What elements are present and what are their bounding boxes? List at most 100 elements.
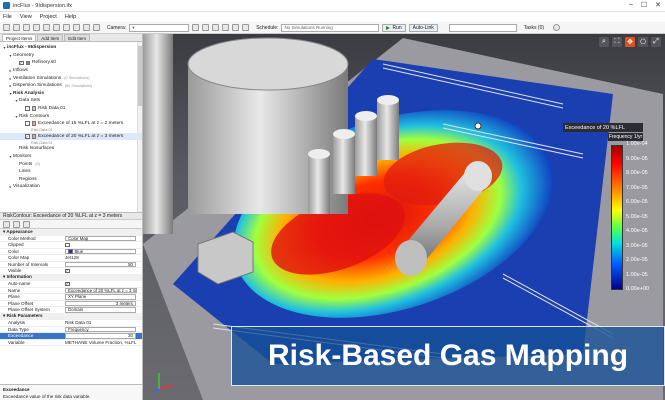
visibility-checkbox[interactable] [25,106,30,111]
property-value[interactable]: ✓ [62,268,142,273]
tasks-label[interactable]: Tasks (0) [524,25,544,31]
property-value[interactable]: ✓ [62,281,142,286]
property-value[interactable]: Jet128 [62,255,142,260]
property-value[interactable]: 20 [62,333,142,339]
visibility-checkbox[interactable] [25,121,30,126]
paste-icon[interactable] [73,24,80,31]
camera-select[interactable]: ▾ [129,23,190,32]
fullscreen-icon[interactable]: ⤢ [651,37,661,47]
copy-icon[interactable] [63,24,70,31]
property-grid: ▾ Appearance Color Method Color Map Clipped… [0,229,142,384]
pan-icon[interactable]: ✥ [625,37,635,47]
settings-icon[interactable] [93,24,100,31]
visibility-checkbox[interactable]: ✓ [19,60,24,65]
property-value[interactable]: Exceedance of 20 %LFL at z = 3 m [62,287,142,293]
property-checkbox[interactable]: ✓ [65,268,70,273]
property-name: Visible [0,268,62,273]
property-row[interactable]: Variable METHANE Volume Fraction, %LFL [0,340,142,346]
tree-item[interactable]: ▾ Risk Contours [0,112,142,120]
tree-item[interactable]: ▾ Risk Analysis [0,90,142,98]
property-category[interactable]: ▾ Information [0,274,142,281]
camera-ortho-icon[interactable] [232,24,240,31]
property-value[interactable]: Color Map [62,235,142,241]
tree-item[interactable]: ▸ Ventilation Simulations (0 Simulations) [0,74,142,82]
property-value-text: Domain [68,307,84,313]
property-category[interactable]: ▾ Risk Parameters [0,313,142,320]
menu-view[interactable]: View [20,14,32,20]
tree-item[interactable]: Risk Isosurfaces [0,145,142,153]
new-icon[interactable] [3,24,10,31]
menu-file[interactable]: File [3,14,12,20]
categorized-icon[interactable] [3,220,10,228]
tab-project-items[interactable]: Project Items [2,34,37,41]
property-value[interactable]: Frequency [62,326,142,332]
tree-item[interactable]: ✓ Refinery.stl [0,59,142,67]
property-value[interactable]: 50 [62,261,142,267]
property-value[interactable] [62,242,142,247]
run-button[interactable]: Run [382,23,406,32]
tree-item[interactable]: ▸ Inflows [0,67,142,75]
property-pages-icon[interactable] [23,220,30,228]
schedule-field[interactable]: No Simulations Running [281,23,380,32]
camera-icon[interactable]: ⎔ [638,37,648,47]
fit-icon[interactable]: ⛶ [612,37,622,47]
property-value[interactable]: XY Plane [62,294,142,300]
close-icon[interactable]: ✕ [655,1,661,9]
save-icon[interactable] [23,24,30,31]
tree-item[interactable]: Exceedance of 15 %LFL at z = 2 meters [0,120,142,128]
app-window: incFlux - 9Idispersion.ifx – ☐ ✕ File Vi… [0,0,665,400]
property-value[interactable]: 3 meters [62,300,142,306]
tree-item[interactable]: Lines [0,168,142,176]
tree-item[interactable]: ▾ Geometry [0,52,142,60]
open-icon[interactable] [13,24,20,31]
tree-item[interactable]: ▾ Monitors [0,153,142,161]
cut-icon[interactable] [53,24,60,31]
menu-project[interactable]: Project [40,14,57,20]
tree-item[interactable]: Risk Data 01 [0,105,142,113]
property-value[interactable]: METHANE Volume Fraction, %LFL [62,340,142,345]
property-checkbox[interactable] [65,242,70,247]
undo-icon[interactable] [33,24,40,31]
auto-link-button[interactable]: Auto-Link [408,23,438,32]
camera-view-icon[interactable] [212,24,220,31]
tab-add-item[interactable]: Add Item [37,34,64,41]
tree-item[interactable]: Regions [0,176,142,184]
camera-persp-icon[interactable] [242,24,250,31]
property-name-text: Visible [8,268,22,274]
tree-item[interactable]: ▸ Dispersion Simulations (80 Simulations) [0,82,142,90]
menu-help[interactable]: Help [65,14,76,20]
property-name-text: Exceedance [8,333,34,339]
tree-item[interactable]: ✓ Exceedance of 20 %LFL at z = 3 meters [0,132,142,141]
camera-reset-icon[interactable] [222,24,230,31]
property-name: ▾ Appearance [0,229,142,235]
minimize-icon[interactable]: – [629,1,633,9]
property-value[interactable]: Risk Data 01 [62,320,142,325]
camera-add-icon[interactable] [192,24,200,31]
legend-tick-label: 2.00e-05 [626,257,648,263]
property-checkbox[interactable]: ✓ [65,281,70,286]
search-input[interactable] [448,23,517,32]
property-value[interactable]: Blue [62,248,142,254]
legend-tick-label: 8.00e-05 [626,170,648,176]
item-color-swatch [31,121,36,126]
redo-icon[interactable] [43,24,50,31]
zoom-icon[interactable]: ⌕ [599,37,609,47]
probe-marker [474,122,482,130]
view-tools: ⌕ ⛶ ✥ ⎔ ⤢ [599,37,661,47]
help-icon[interactable] [553,24,561,31]
property-description: Exceedance Exceedance value of the risk … [0,384,142,400]
tree-item[interactable]: ▾ incFlux - 9Idispersion [0,44,142,52]
maximize-icon[interactable]: ☐ [641,1,647,9]
tab-edit-item[interactable]: Edit Item [64,34,91,41]
delete-icon[interactable] [83,24,90,31]
tree-item[interactable]: ▸ Visualization [0,183,142,191]
camera-remove-icon[interactable] [202,24,210,31]
tree-item[interactable]: ▾ Data Sets [0,97,142,105]
run-icon [386,25,391,30]
legend-tick-label: 3.00e-05 [626,242,648,249]
alphabetical-icon[interactable] [13,220,20,228]
tree-item[interactable]: Points (0) [0,160,142,168]
property-value[interactable]: Domain [62,307,142,313]
visibility-checkbox[interactable]: ✓ [25,134,30,139]
tree-item-label: Risk Isosurfaces [19,146,55,152]
